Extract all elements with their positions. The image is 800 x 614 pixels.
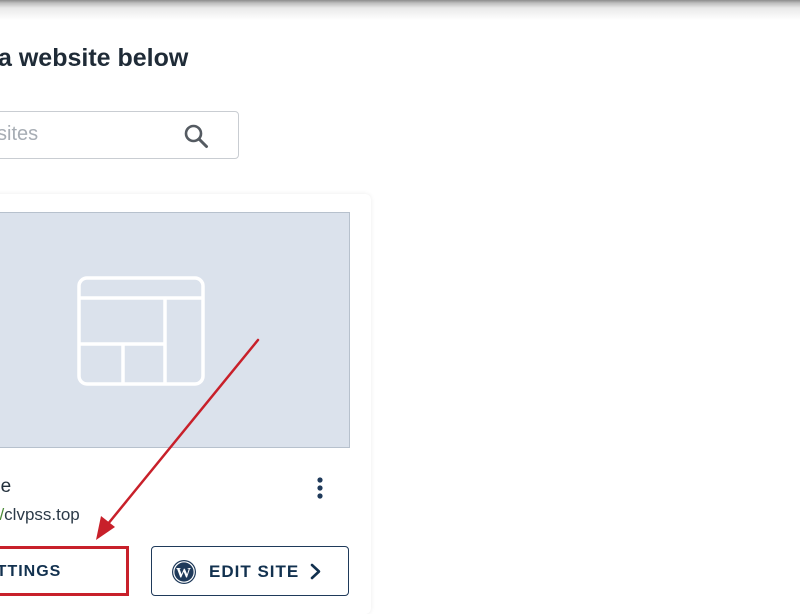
- site-url-host: clvpss.top: [4, 505, 80, 524]
- site-thumbnail[interactable]: [0, 212, 350, 448]
- settings-button-label: ETTINGS: [0, 563, 62, 580]
- search-icon[interactable]: [183, 123, 209, 149]
- browser-top-edge: [0, 0, 800, 20]
- wordpress-icon: W: [172, 560, 196, 584]
- site-url[interactable]: ://clvpss.top: [0, 505, 80, 525]
- site-name: ne: [0, 476, 12, 497]
- svg-text:W: W: [176, 566, 192, 582]
- site-card: ne ://clvpss.top ETTINGS W EDIT SITE: [0, 194, 371, 614]
- search-input[interactable]: [0, 112, 171, 157]
- website-layout-icon: [77, 276, 205, 386]
- edit-site-button[interactable]: W EDIT SITE: [151, 546, 349, 596]
- kebab-menu-icon[interactable]: [308, 476, 332, 502]
- page-heading: a website below: [0, 44, 189, 72]
- chevron-right-icon: [310, 563, 321, 580]
- edit-site-label: EDIT SITE: [209, 562, 300, 581]
- settings-button[interactable]: ETTINGS: [0, 546, 129, 596]
- search-box[interactable]: [0, 111, 239, 159]
